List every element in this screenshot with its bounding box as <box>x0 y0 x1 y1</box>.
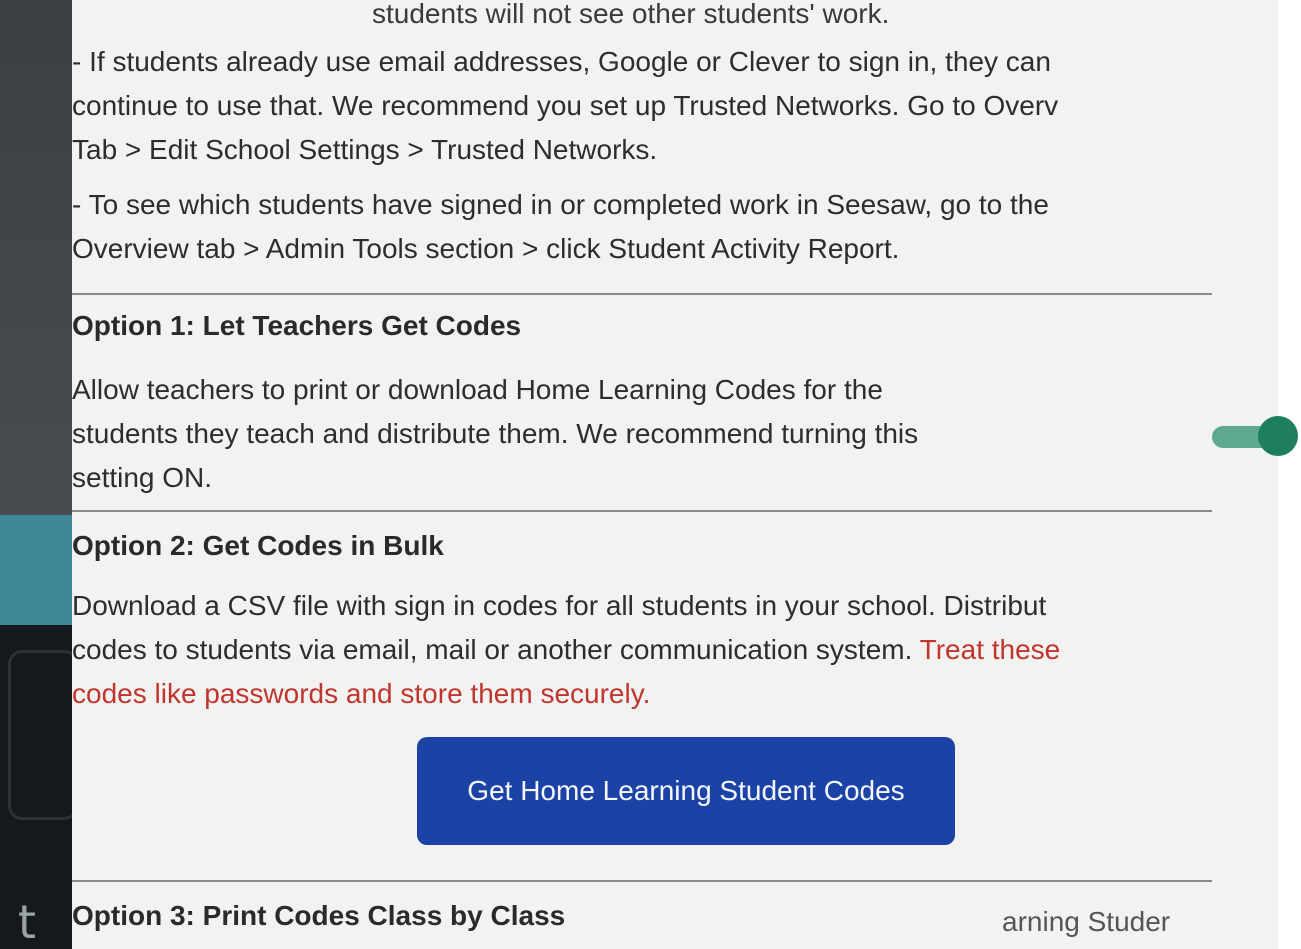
screen: t students will not see other students' … <box>0 0 1301 949</box>
description-line: Allow teachers to print or download Home… <box>72 374 883 405</box>
bullet-line: Overview tab > Admin Tools section > cli… <box>72 233 900 264</box>
background-letter: t <box>18 895 37 949</box>
bullet-activity-report: - To see which students have signed in o… <box>72 183 1212 271</box>
bullet-trusted-networks: - If students already use email addresse… <box>72 40 1212 172</box>
description-line: codes to students via email, mail or ano… <box>72 628 1212 672</box>
option2-description: Download a CSV file with sign in codes f… <box>72 584 1212 716</box>
section-divider <box>72 880 1212 882</box>
option2-title: Option 2: Get Codes in Bulk <box>72 530 444 561</box>
bullet-line: continue to use that. We recommend you s… <box>72 90 1059 121</box>
option1-title: Option 1: Let Teachers Get Codes <box>72 310 522 341</box>
teacher-codes-toggle[interactable] <box>1212 414 1298 458</box>
security-warning: Treat these <box>919 634 1061 665</box>
description-line: students they teach and distribute them.… <box>72 418 919 449</box>
security-warning: codes like passwords and store them secu… <box>72 678 651 709</box>
intro-fragment: students will not see other students' wo… <box>372 0 890 29</box>
toggle-knob <box>1258 416 1298 456</box>
bullet-line: - If students already use email addresse… <box>72 46 1051 77</box>
get-student-codes-button[interactable]: Get Home Learning Student Codes <box>417 737 955 845</box>
background-card-outline <box>8 650 78 820</box>
section-divider <box>72 510 1212 512</box>
bullet-line: - To see which students have signed in o… <box>72 189 1049 220</box>
option3-title: Option 3: Print Codes Class by Class <box>72 900 566 931</box>
description-text: codes to students via email, mail or ano… <box>72 634 920 665</box>
bullet-line: Tab > Edit School Settings > Trusted Net… <box>72 134 658 165</box>
description-line: Download a CSV file with sign in codes f… <box>72 590 1047 621</box>
option3-fragment: arning Studer <box>1002 906 1171 937</box>
option1-description: Allow teachers to print or download Home… <box>72 368 1212 500</box>
section-divider <box>72 293 1212 295</box>
modal-edge <box>1278 0 1301 949</box>
description-line: setting ON. <box>72 462 213 493</box>
